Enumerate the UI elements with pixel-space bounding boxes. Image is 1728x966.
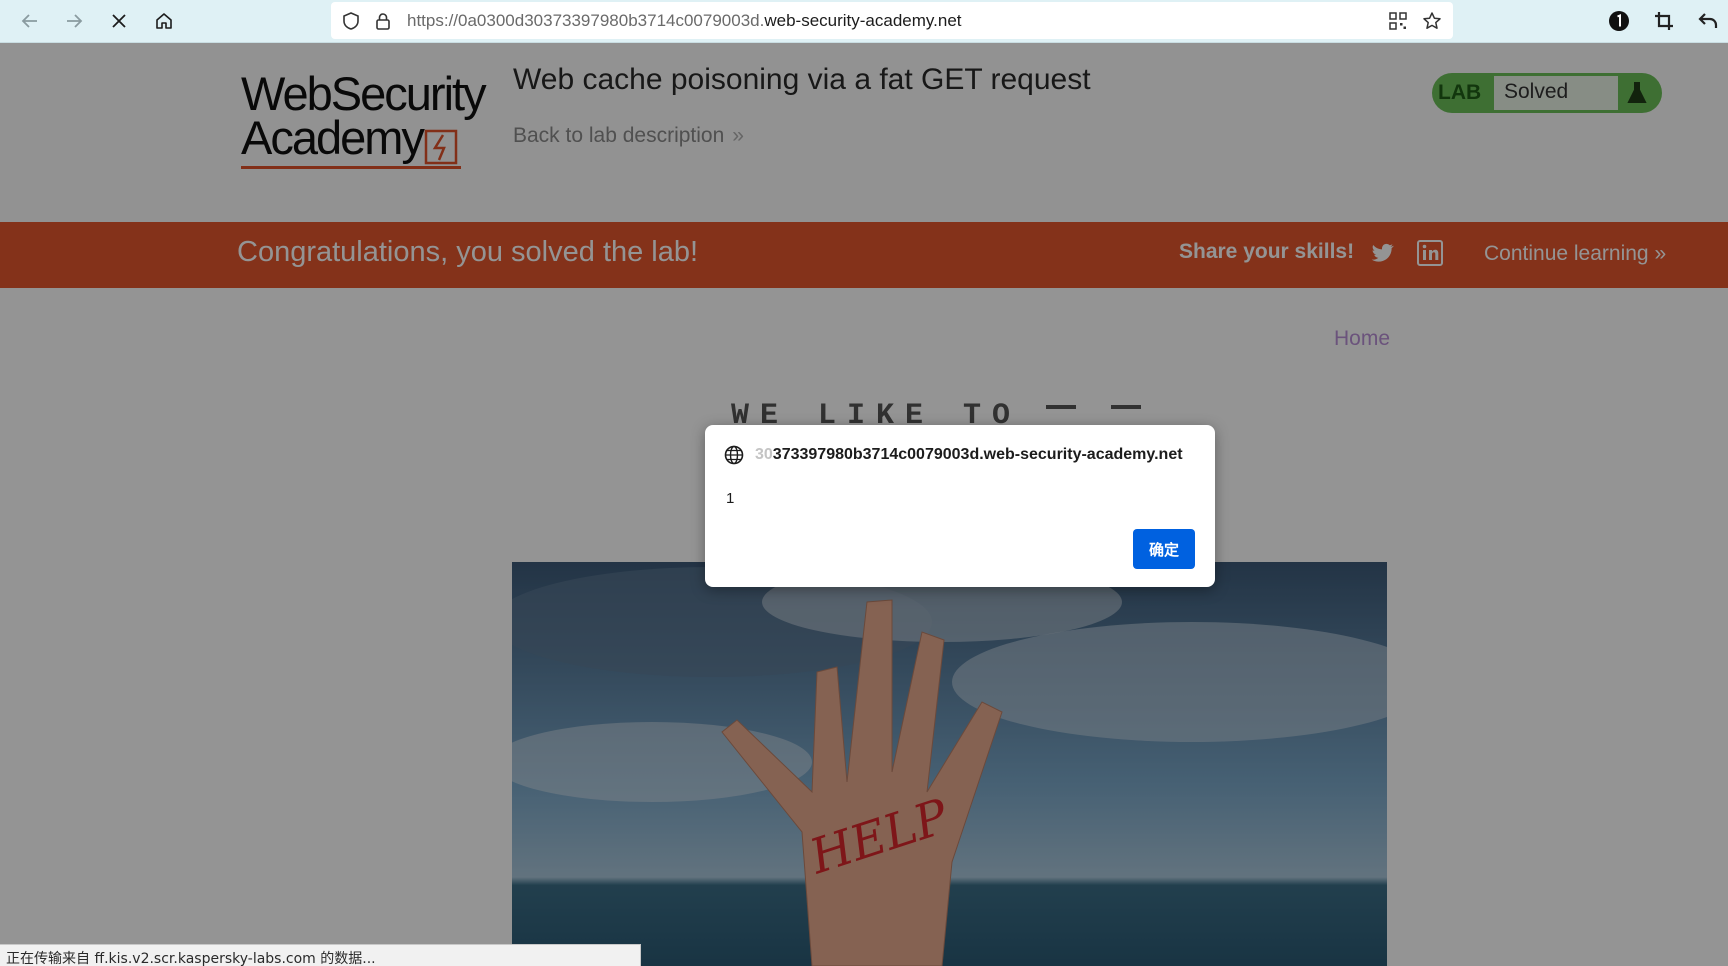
undo-icon[interactable] bbox=[1694, 7, 1722, 35]
star-icon[interactable] bbox=[1421, 10, 1443, 32]
url-domain: web-security-academy.net bbox=[764, 11, 962, 30]
status-bar: 正在传输来自 ff.kis.v2.scr.kaspersky-labs.com … bbox=[0, 944, 641, 966]
qr-code-icon[interactable] bbox=[1387, 10, 1409, 32]
url-prefix: https://0a0300d30373397980b3714c0079003d… bbox=[407, 11, 765, 30]
crop-icon[interactable] bbox=[1650, 7, 1678, 35]
status-text: 正在传输来自 ff.kis.v2.scr.kaspersky-labs.com … bbox=[6, 951, 376, 966]
ok-button[interactable]: 确定 bbox=[1133, 529, 1195, 569]
shield-icon[interactable] bbox=[340, 10, 362, 32]
globe-icon bbox=[724, 445, 744, 465]
lock-icon[interactable] bbox=[372, 10, 394, 32]
dialog-message: 1 bbox=[726, 490, 735, 507]
url-text[interactable]: https://0a0300d30373397980b3714c0079003d… bbox=[407, 11, 962, 31]
browser-toolbar: https://0a0300d30373397980b3714c0079003d… bbox=[0, 0, 1728, 43]
origin-host: 373397980b3714c0079003d.web-security-aca… bbox=[772, 446, 1183, 463]
password-manager-icon[interactable] bbox=[1605, 7, 1633, 35]
alert-dialog: 30373397980b3714c0079003d.web-security-a… bbox=[705, 425, 1215, 587]
origin-faded-part: 30 bbox=[755, 446, 773, 463]
address-bar[interactable]: https://0a0300d30373397980b3714c0079003d… bbox=[331, 2, 1453, 39]
back-button[interactable] bbox=[14, 5, 46, 37]
home-icon bbox=[156, 13, 172, 29]
forward-button[interactable] bbox=[58, 5, 90, 37]
home-button[interactable] bbox=[148, 5, 180, 37]
close-icon bbox=[112, 14, 126, 28]
dialog-origin: 30373397980b3714c0079003d.web-security-a… bbox=[755, 446, 1200, 464]
stop-button[interactable] bbox=[103, 5, 135, 37]
arrow-right-icon bbox=[67, 14, 83, 28]
arrow-left-icon bbox=[21, 14, 37, 28]
